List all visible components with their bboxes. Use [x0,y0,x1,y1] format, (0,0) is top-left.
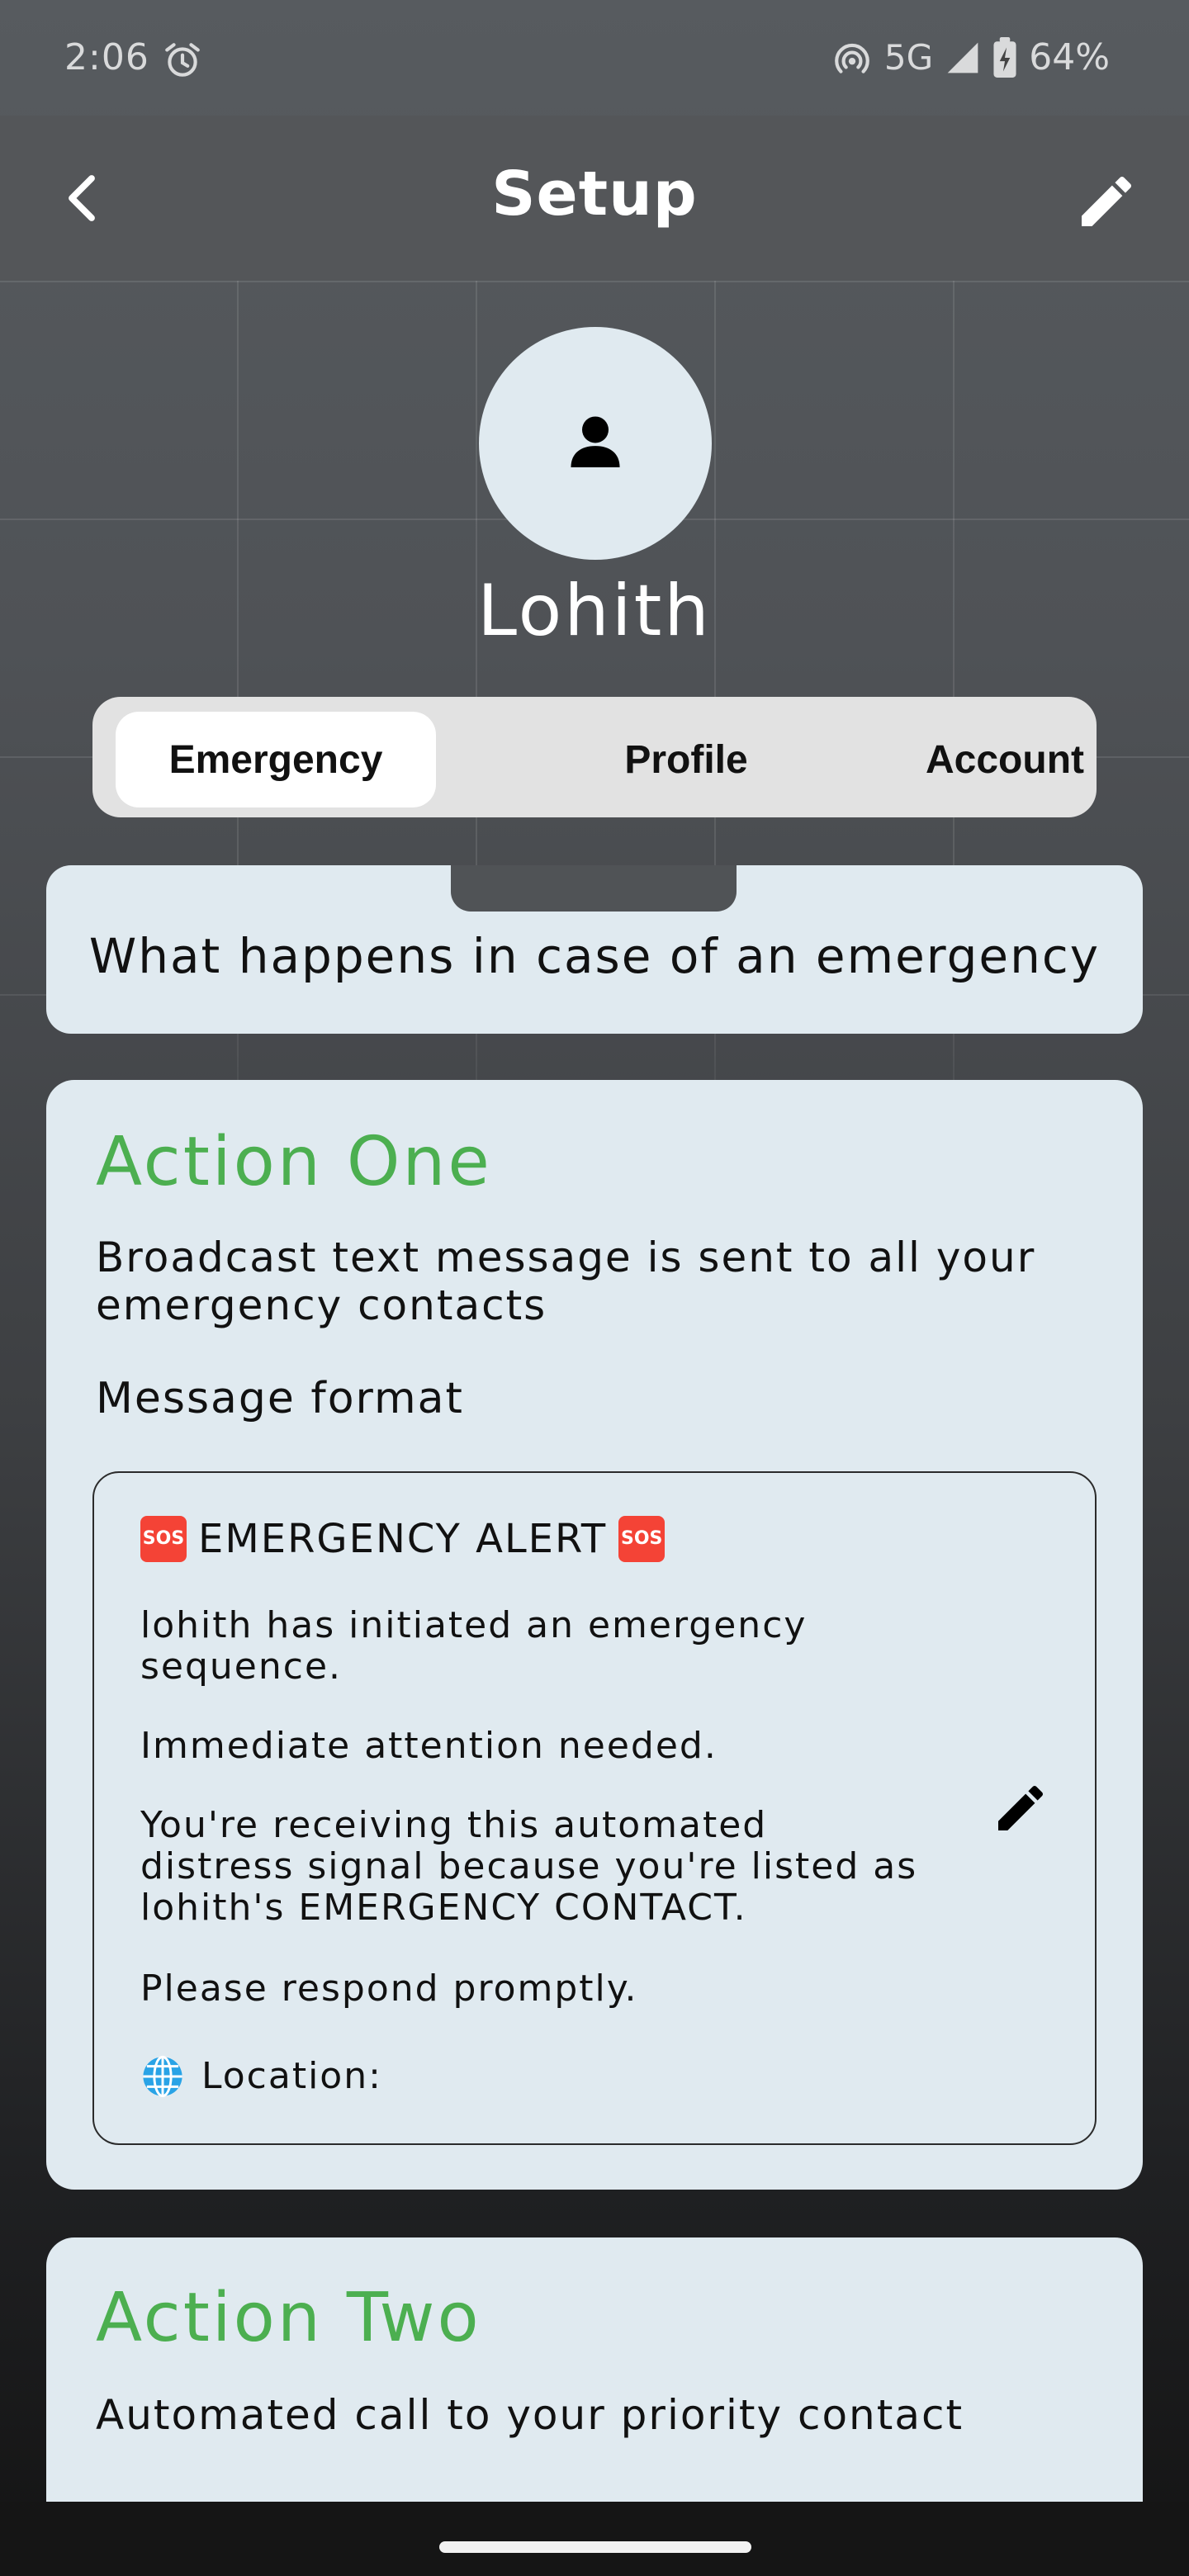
tab-account[interactable]: Account [846,712,1164,807]
card-notch [451,865,737,912]
network-label: 5G [883,37,934,78]
alarm-icon [165,43,200,77]
message-alert-text: EMERGENCY ALERT [198,1516,608,1562]
top-app-bar: Setup [0,116,1189,281]
battery-level: 64% [1029,36,1110,78]
page-title: Setup [491,159,698,230]
info-heading: What happens in case of an emergency [88,928,1101,984]
status-icons: 5G 64% [831,36,1110,78]
user-name: Lohith [477,570,712,652]
message-alert-line: SOS EMERGENCY ALERT SOS [140,1516,933,1562]
person-icon [571,416,620,467]
battery-charging-icon [993,36,1016,78]
pencil-icon[interactable] [1073,168,1139,234]
message-attention-text: Immediate attention needed. [140,1725,718,1767]
message-initiated-text: lohith has initiated an emergency sequen… [140,1604,808,1688]
tab-profile[interactable]: Profile [527,712,846,807]
hotspot-icon [835,43,869,73]
message-location-line: Location: [140,2054,933,2099]
tab-emergency[interactable]: Emergency [116,712,436,807]
info-card: What happens in case of an emergency [46,865,1143,1034]
action-one-title: Action One [96,1123,492,1201]
status-bar: 2:06 5G 64% [0,0,1189,116]
edit-message-pencil-icon[interactable] [991,1778,1050,1838]
action-one-description: Broadcast text message is sent to all yo… [96,1234,1036,1329]
sos-icon: SOS [618,1516,666,1562]
message-location-label: Location: [201,2055,382,2097]
segmented-tabs: Emergency Profile Account [92,697,1097,817]
system-nav-bar [0,2502,1189,2576]
status-time: 2:06 [64,36,149,78]
action-two-title: Action Two [96,2279,481,2357]
home-indicator[interactable] [439,2541,751,2553]
globe-icon [143,2055,182,2098]
message-format-label: Message format [96,1374,464,1423]
action-two-description: Automated call to your priority contact [96,2391,964,2439]
message-respond-text: Please respond promptly. [140,1968,638,2010]
action-two-card: Action Two Automated call to your priori… [46,2237,1143,2502]
signal-icon [947,42,978,73]
action-one-card: Action One Broadcast text message is sen… [46,1080,1143,2190]
sos-icon: SOS [140,1516,187,1562]
avatar[interactable] [479,327,712,560]
message-format-box: SOS EMERGENCY ALERT SOS lohith has initi… [92,1471,1097,2145]
message-receiving-text: You're receiving this automated distress… [140,1804,918,1929]
